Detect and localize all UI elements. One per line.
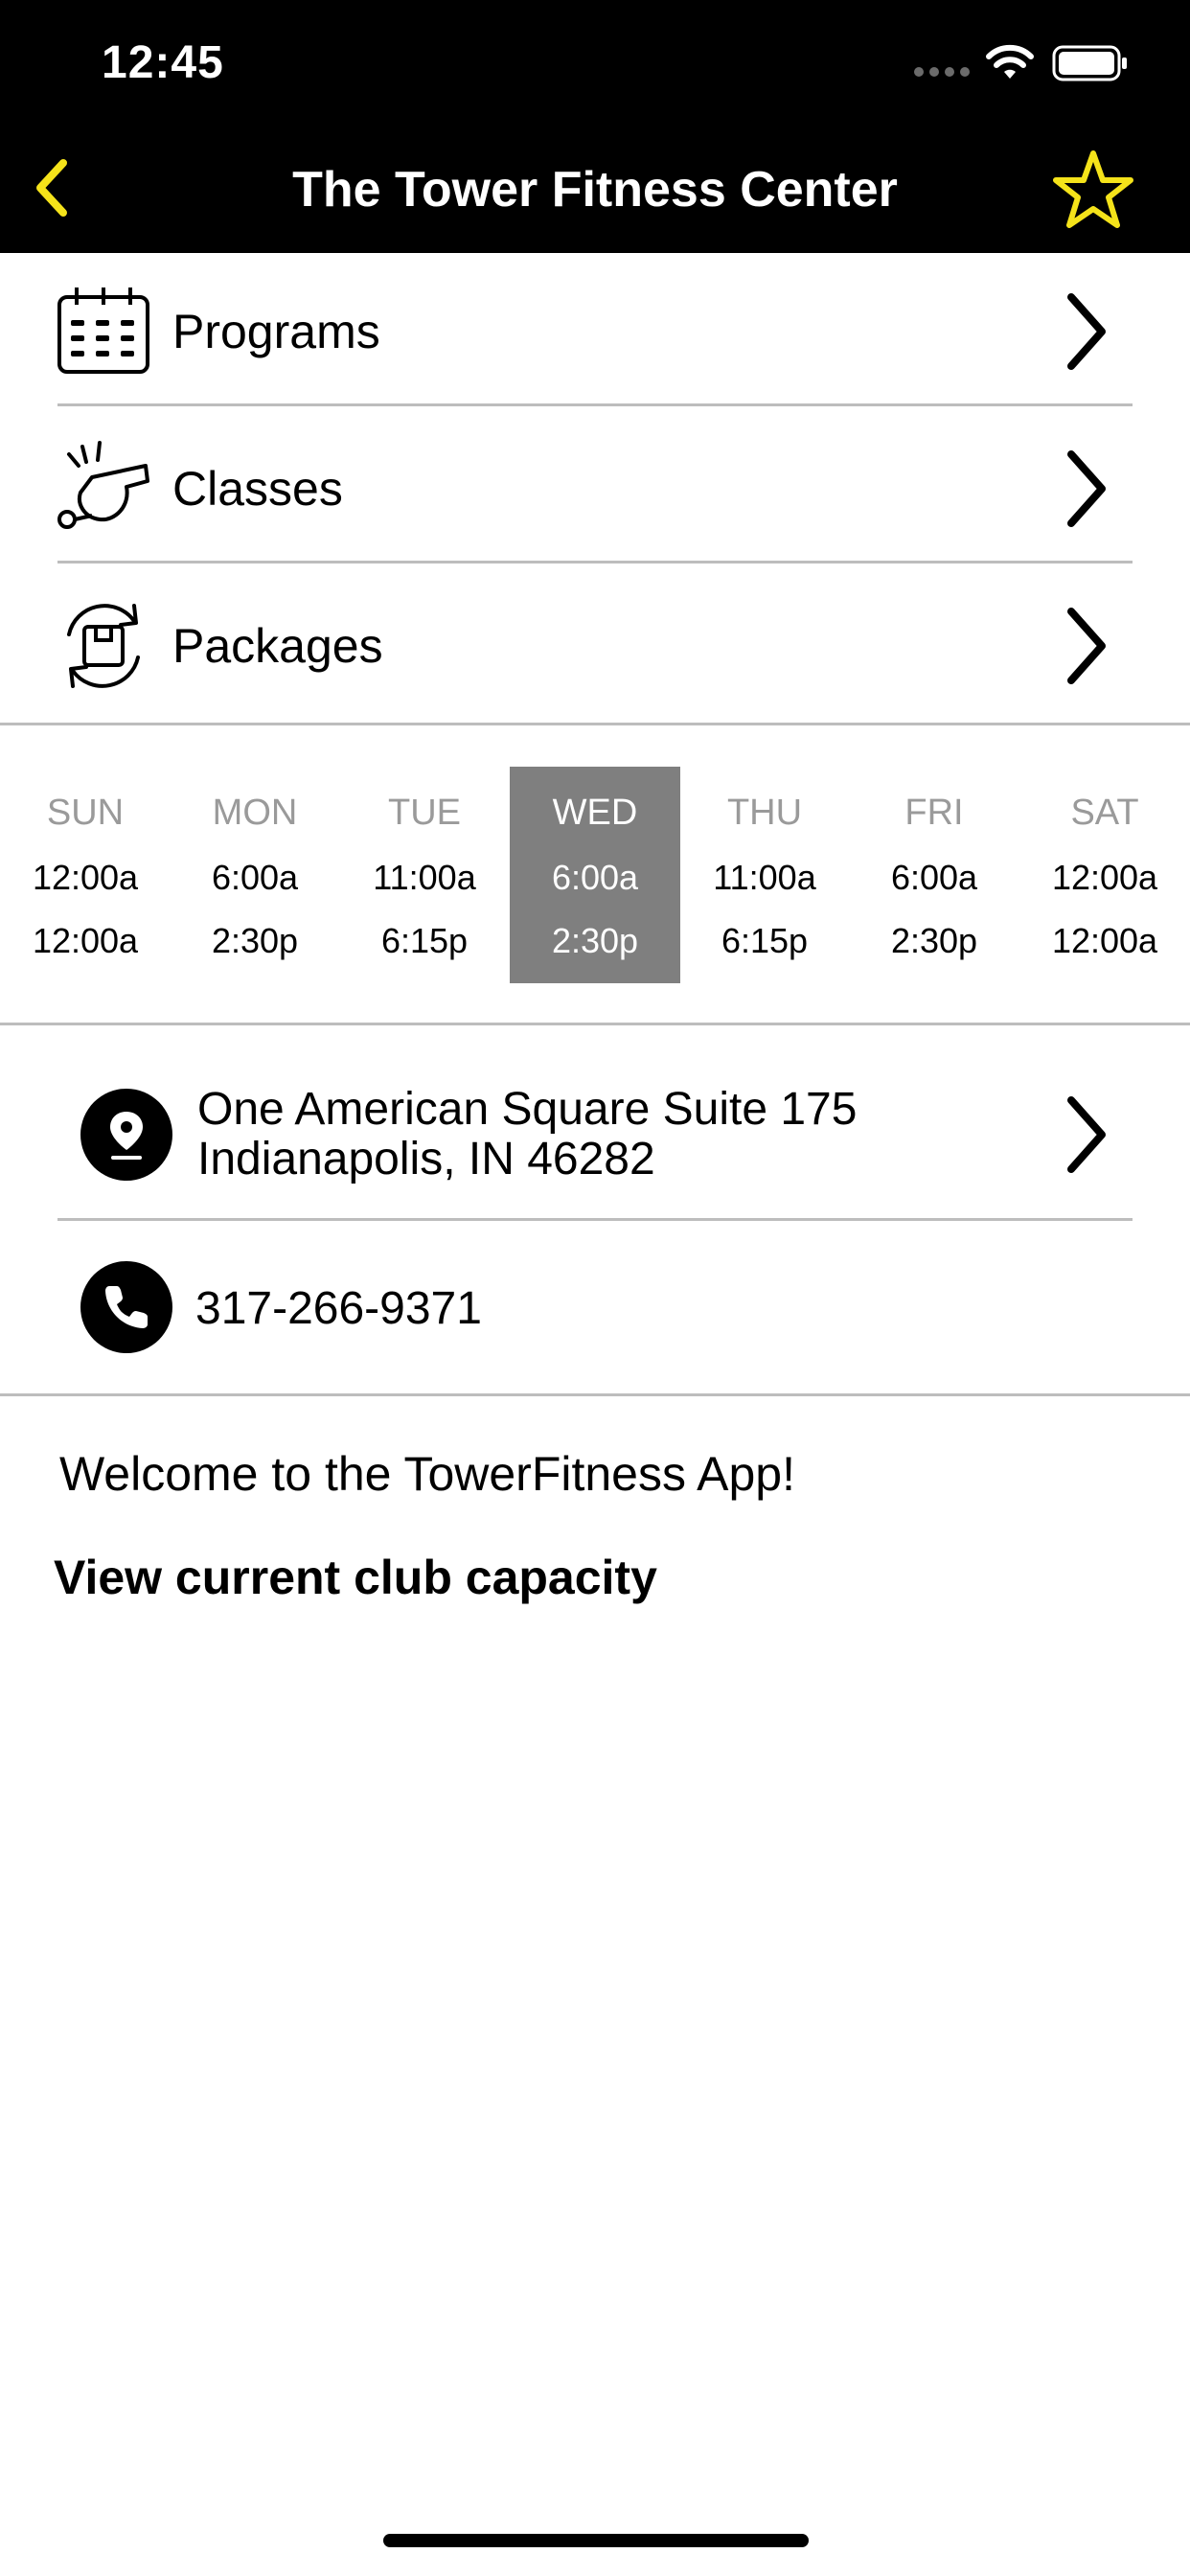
day-open-time: 6:00a — [890, 858, 978, 897]
address-row[interactable]: One American Square Suite 175 Indianapol… — [0, 1025, 1190, 1217]
chevron-right-icon — [1067, 293, 1106, 370]
chevron-right-icon — [1067, 1096, 1106, 1173]
phone-number-link[interactable]: 317-266-9371 — [195, 1280, 482, 1338]
day-column-wed-selected: WED 6:00a 2:30p — [510, 767, 680, 983]
day-open-time: 11:00a — [713, 858, 816, 897]
cellular-signal-icon — [914, 67, 970, 77]
day-name: WED — [552, 793, 638, 833]
divider — [0, 1393, 1190, 1396]
menu-item-programs[interactable]: Programs — [0, 253, 1190, 410]
day-close-time: 2:30p — [551, 921, 639, 960]
divider — [57, 1218, 1133, 1221]
day-close-time: 12:00a — [32, 921, 139, 960]
star-outline-icon[interactable] — [1050, 148, 1136, 234]
menu-label-packages: Packages — [172, 619, 383, 673]
divider — [57, 561, 1133, 564]
menu-item-classes[interactable]: Classes — [0, 410, 1190, 567]
day-name: TUE — [388, 793, 461, 833]
header: 12:45 The Tower Fitness Center — [0, 0, 1190, 253]
day-open-time: 6:00a — [551, 858, 639, 897]
day-close-time: 2:30p — [890, 921, 978, 960]
page-title: The Tower Fitness Center — [292, 162, 898, 218]
address-line-1: One American Square Suite 175 — [197, 1084, 858, 1135]
day-close-time: 2:30p — [211, 921, 299, 960]
day-column-fri: FRI 6:00a 2:30p — [849, 767, 1019, 983]
chevron-right-icon — [1067, 608, 1106, 684]
menu-label-programs: Programs — [172, 305, 380, 358]
menu-label-classes: Classes — [172, 462, 343, 516]
chevron-right-icon — [1067, 450, 1106, 527]
wifi-icon — [986, 44, 1034, 79]
divider — [57, 403, 1133, 406]
day-name: SAT — [1070, 793, 1139, 833]
day-open-time: 6:00a — [211, 858, 299, 897]
day-open-time: 12:00a — [1051, 858, 1158, 897]
whistle-icon — [57, 441, 149, 529]
day-name: SUN — [46, 793, 125, 833]
day-column-mon: MON 6:00a 2:30p — [170, 767, 340, 983]
welcome-text: Welcome to the TowerFitness App! — [59, 1447, 795, 1501]
hours-schedule: SUN 12:00a 12:00a MON 6:00a 2:30p TUE 11… — [0, 767, 1190, 983]
calendar-icon — [57, 288, 149, 374]
day-close-time: 12:00a — [1051, 921, 1158, 960]
day-column-sat: SAT 12:00a 12:00a — [1019, 767, 1190, 983]
home-indicator[interactable] — [383, 2534, 809, 2547]
map-pin-icon — [80, 1089, 172, 1181]
day-open-time: 12:00a — [32, 858, 139, 897]
package-refresh-icon — [67, 604, 140, 688]
club-capacity-link[interactable]: View current club capacity — [54, 1549, 657, 1606]
day-name: MON — [212, 793, 298, 833]
day-close-time: 6:15p — [380, 921, 469, 960]
chevron-left-icon[interactable] — [27, 153, 84, 222]
menu-item-packages[interactable]: Packages — [0, 567, 1190, 724]
day-open-time: 11:00a — [373, 858, 476, 897]
phone-icon[interactable] — [80, 1261, 172, 1353]
battery-icon — [1052, 45, 1127, 81]
day-column-thu: THU 11:00a 6:15p — [679, 767, 850, 983]
status-time: 12:45 — [102, 37, 224, 88]
day-name: FRI — [904, 793, 964, 833]
day-name: THU — [726, 793, 803, 833]
address-line-2: Indianapolis, IN 46282 — [197, 1134, 655, 1184]
day-column-tue: TUE 11:00a 6:15p — [339, 767, 510, 983]
day-close-time: 6:15p — [721, 921, 809, 960]
day-column-sun: SUN 12:00a 12:00a — [0, 767, 171, 983]
divider — [0, 723, 1190, 725]
